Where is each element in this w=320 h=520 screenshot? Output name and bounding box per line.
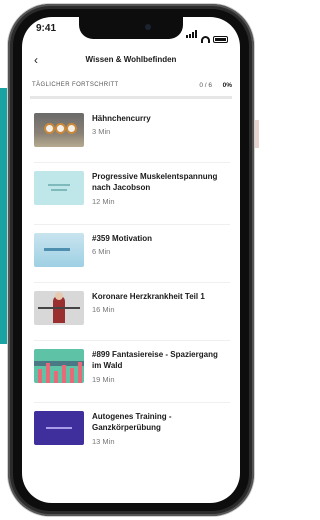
daily-progress: TÄGLICHER FORTSCHRITT 0 / 6 0% xyxy=(32,79,232,93)
list-item[interactable]: Progressive Muskelentspannung nach Jacob… xyxy=(34,167,230,225)
battery-icon xyxy=(213,36,228,43)
phone-screen: 9:41 ‹ Wissen & Wohlbefinden TÄGLICHER F… xyxy=(22,17,240,503)
list-item[interactable]: Koronare Herzkrankheit Teil 1 16 Min xyxy=(34,287,230,341)
forest-journey-video-thumbnail[interactable] xyxy=(34,349,84,383)
item-duration: 13 Min xyxy=(92,437,115,446)
status-time: 9:41 xyxy=(36,23,57,34)
item-duration: 16 Min xyxy=(92,305,115,314)
item-duration: 19 Min xyxy=(92,375,115,384)
nav-bar: ‹ Wissen & Wohlbefinden xyxy=(22,51,240,73)
item-duration: 12 Min xyxy=(92,197,115,206)
signal-icon xyxy=(186,25,198,43)
motivation-video-thumbnail[interactable] xyxy=(34,233,84,267)
curry-video-thumbnail[interactable] xyxy=(34,113,84,147)
list-item[interactable]: #359 Motivation 6 Min xyxy=(34,229,230,283)
phone-frame: 9:41 ‹ Wissen & Wohlbefinden TÄGLICHER F… xyxy=(8,4,254,516)
list-item[interactable]: Hähnchencurry 3 Min xyxy=(34,109,230,163)
item-duration: 3 Min xyxy=(92,127,111,136)
status-icons xyxy=(186,25,228,43)
relaxation-video-thumbnail[interactable] xyxy=(34,171,84,205)
page-title: Wissen & Wohlbefinden xyxy=(85,55,177,64)
heart-disease-video-thumbnail[interactable] xyxy=(34,291,84,325)
progress-label: TÄGLICHER FORTSCHRITT xyxy=(32,82,119,88)
item-title: Progressive Muskelentspannung nach Jacob… xyxy=(92,172,218,192)
progress-bar xyxy=(30,96,232,99)
list-item[interactable]: Autogenes Training - Ganzkörperübung 13 … xyxy=(34,407,230,465)
autogenic-training-video-thumbnail[interactable] xyxy=(34,411,84,445)
item-title: #899 Fantasiereise - Spaziergang im Wald xyxy=(92,350,218,370)
progress-count: 0 / 6 xyxy=(199,82,212,89)
content-list: Hähnchencurry 3 Min Progressive Muskelen… xyxy=(34,109,230,469)
item-title: Hähnchencurry xyxy=(92,114,151,123)
item-title: #359 Motivation xyxy=(92,234,153,243)
item-title: Koronare Herzkrankheit Teil 1 xyxy=(92,292,205,301)
status-bar: 9:41 xyxy=(22,17,240,43)
wifi-icon xyxy=(201,36,210,43)
background-accent-mark xyxy=(255,120,259,148)
item-title: Autogenes Training - Ganzkörperübung xyxy=(92,412,172,432)
item-duration: 6 Min xyxy=(92,247,111,256)
progress-percent: 0% xyxy=(222,82,232,89)
list-item[interactable]: #899 Fantasiereise - Spaziergang im Wald… xyxy=(34,345,230,403)
